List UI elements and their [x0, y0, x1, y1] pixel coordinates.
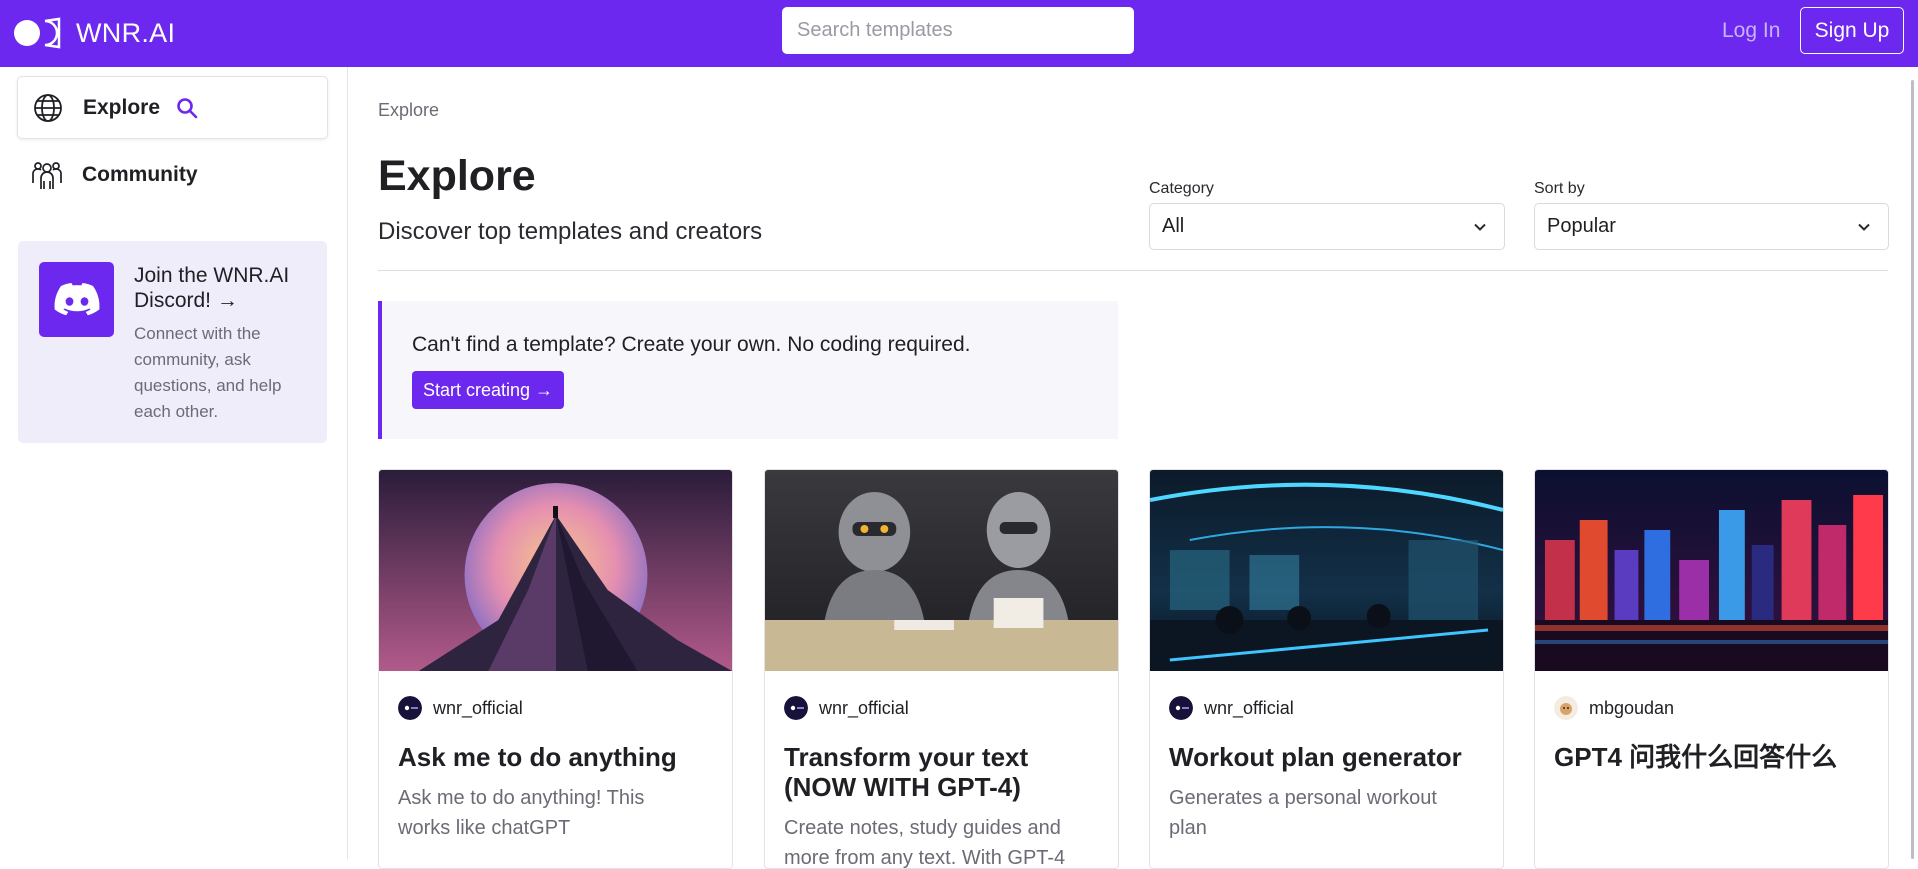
neon-gym-illustration	[1150, 470, 1503, 671]
template-card[interactable]: mbgoudan GPT4 问我什么回答什么	[1534, 469, 1889, 869]
robots-reading-illustration	[765, 470, 1118, 671]
author-name: wnr_official	[819, 697, 909, 718]
discord-title: Join the WNR.AI Discord! →	[134, 264, 290, 312]
card-description: Ask me to do anything! This works like c…	[398, 787, 645, 839]
card-author[interactable]: mbgoudan	[1554, 696, 1674, 720]
author-name: wnr_official	[433, 697, 523, 718]
avatar	[398, 696, 422, 720]
chevron-down-icon	[1474, 223, 1486, 231]
category-value: All	[1162, 215, 1185, 237]
discord-badge	[39, 262, 114, 337]
avatar	[1554, 696, 1578, 720]
breadcrumb[interactable]: Explore	[378, 100, 439, 121]
sidebar: Explore Community Join the WNR.AI Discor…	[0, 67, 348, 859]
sidebar-item-explore[interactable]: Explore	[17, 76, 328, 139]
sort-select[interactable]: Popular	[1534, 203, 1889, 250]
login-link[interactable]: Log In	[1722, 19, 1780, 43]
page-title: Explore	[378, 152, 536, 200]
search-icon	[177, 97, 198, 118]
template-card[interactable]: wnr_official Transform your text (NOW WI…	[764, 469, 1119, 869]
logo-text: WNR.AI	[76, 17, 176, 48]
sort-value: Popular	[1547, 215, 1616, 237]
sidebar-item-label: Community	[82, 162, 198, 186]
card-title: GPT4 问我什么回答什么	[1554, 742, 1838, 772]
template-card[interactable]: wnr_official Ask me to do anything Ask m…	[378, 469, 733, 869]
sort-label: Sort by	[1534, 180, 1585, 197]
discord-description: Connect with the community, ask question…	[134, 324, 282, 421]
card-title: Workout plan generator	[1169, 742, 1462, 772]
search-input[interactable]	[782, 7, 1134, 54]
card-description: Create notes, study guides and more from…	[784, 817, 1066, 869]
avatar	[784, 696, 808, 720]
mountain-moon-illustration	[379, 470, 732, 671]
page-subtitle: Discover top templates and creators	[378, 218, 763, 245]
signup-button[interactable]: Sign Up	[1800, 7, 1904, 54]
sidebar-item-label: Explore	[83, 95, 161, 119]
people-icon	[32, 161, 62, 189]
create-template-banner: Can't find a template? Create your own. …	[378, 301, 1118, 439]
sidebar-item-community[interactable]: Community	[17, 143, 328, 206]
scrollbar[interactable]	[1911, 80, 1914, 859]
card-title: Transform your text (NOW WITH GPT-4)	[784, 742, 1029, 802]
card-description: Generates a personal workout plan	[1169, 787, 1437, 839]
discord-promo-card[interactable]: Join the WNR.AI Discord! → Connect with …	[18, 241, 327, 443]
banner-text: Can't find a template? Create your own. …	[412, 333, 971, 356]
neon-city-illustration	[1535, 470, 1888, 671]
chevron-down-icon	[1858, 223, 1870, 231]
category-select[interactable]: All	[1149, 203, 1505, 250]
card-author[interactable]: wnr_official	[1169, 696, 1294, 720]
logo[interactable]: WNR.AI	[13, 16, 175, 50]
author-name: wnr_official	[1204, 697, 1294, 718]
start-creating-button[interactable]: Start creating →	[412, 371, 565, 409]
card-author[interactable]: wnr_official	[784, 696, 909, 720]
avatar	[1169, 696, 1193, 720]
card-title: Ask me to do anything	[398, 742, 677, 772]
discord-icon	[54, 282, 99, 315]
template-card[interactable]: wnr_official Workout plan generator Gene…	[1149, 469, 1504, 869]
card-author[interactable]: wnr_official	[398, 696, 523, 720]
globe-icon	[34, 93, 62, 122]
logo-mark-icon	[14, 17, 61, 49]
category-label: Category	[1149, 180, 1214, 197]
top-navigation-bar: WNR.AI Log In Sign Up	[0, 0, 1918, 67]
author-name: mbgoudan	[1589, 697, 1675, 718]
header-divider	[378, 270, 1888, 271]
